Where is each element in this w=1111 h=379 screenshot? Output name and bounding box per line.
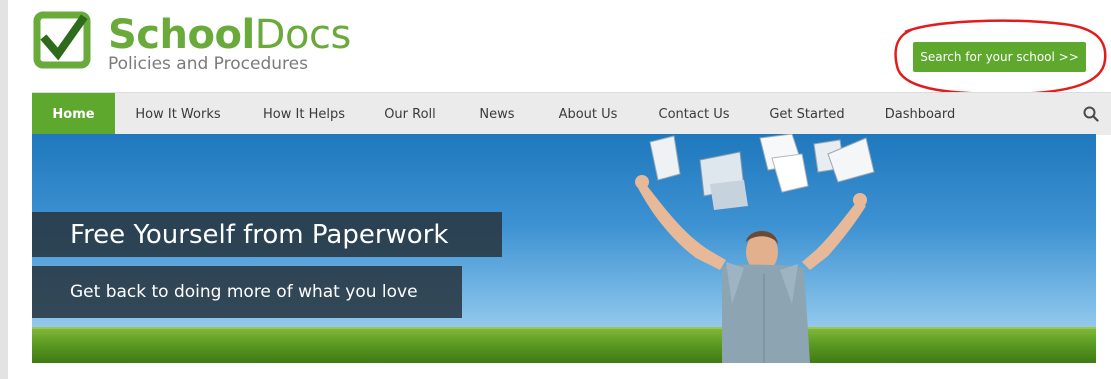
hero-headline: Free Yourself from Paperwork [32,212,502,257]
nav-search-button[interactable] [1076,93,1106,135]
nav-item-how-it-works[interactable]: How It Works [128,93,228,135]
main-nav: Home How It Works How It Helps Our Roll … [32,92,1111,135]
nav-item-home[interactable]: Home [32,93,115,135]
nav-item-news[interactable]: News [472,93,522,135]
logo-subtitle: Policies and Procedures [108,54,308,74]
nav-item-our-roll[interactable]: Our Roll [377,93,443,135]
site-logo[interactable]: SchoolDocs Policies and Procedures [30,8,370,78]
hero-banner: Free Yourself from Paperwork Get back to… [32,134,1096,363]
page-left-border [0,0,8,379]
nav-item-dashboard[interactable]: Dashboard [880,93,960,135]
nav-item-about-us[interactable]: About Us [552,93,624,135]
nav-item-get-started[interactable]: Get Started [766,93,848,135]
nav-item-contact-us[interactable]: Contact Us [654,93,734,135]
search-icon [1083,106,1099,122]
hero-subheadline: Get back to doing more of what you love [32,266,462,318]
red-circle-annotation [894,19,1107,96]
nav-item-how-it-helps[interactable]: How It Helps [254,93,354,135]
logo-title: SchoolDocs [108,12,351,58]
checkbox-check-icon [33,11,91,69]
